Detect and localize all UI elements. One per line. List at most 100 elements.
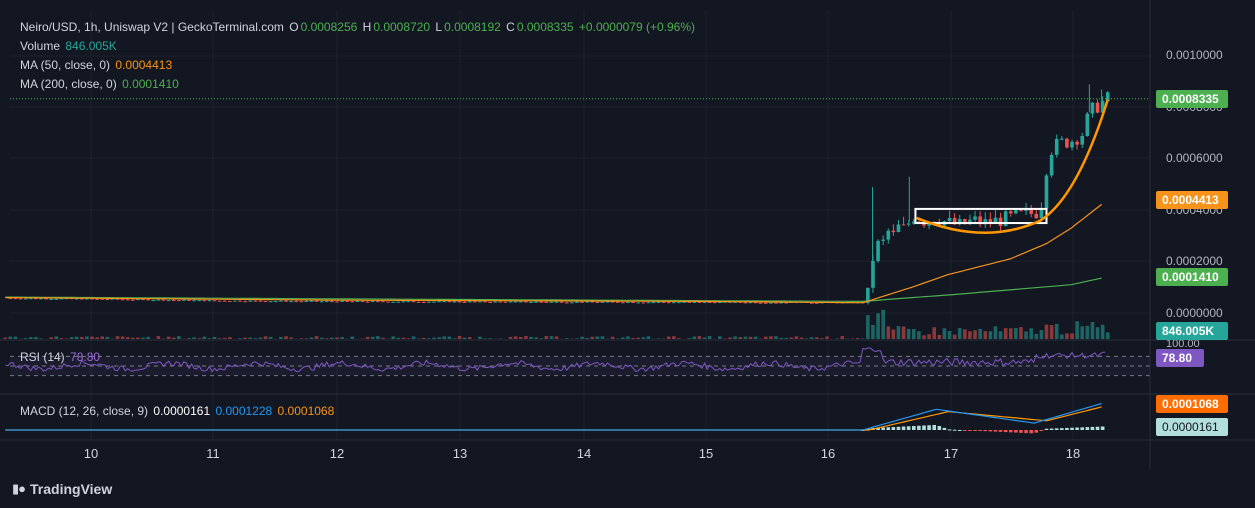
candle-body-113 (585, 301, 589, 303)
candle-body-50 (263, 301, 268, 303)
volume-bar-106 (544, 336, 549, 339)
candle-body-125 (646, 302, 651, 304)
candle-body-126 (651, 302, 656, 304)
macd-hist-bar-33 (1029, 430, 1033, 434)
candle-body-85 (442, 301, 447, 303)
candle-body-148 (763, 302, 768, 304)
candle-body-8 (49, 298, 53, 300)
candle-body-68 (355, 301, 360, 303)
volume-bar-51 (263, 336, 268, 339)
candle-body-28 (151, 300, 156, 302)
volume-bar-14 (74, 336, 79, 339)
volume-bar-187 (957, 328, 962, 339)
rsi-label: RSI (14) (20, 350, 65, 364)
candle-body-213 (1095, 102, 1100, 113)
volume-bar-189 (968, 331, 972, 339)
candle-body-203 (1044, 175, 1049, 209)
chart-canvas[interactable] (0, 0, 1255, 508)
macd-legend[interactable]: MACD (12, 26, close, 9) 0.0000161 0.0001… (20, 404, 336, 418)
candle-body-34 (182, 299, 186, 301)
candle-body-101 (524, 301, 528, 303)
candle-body-57 (299, 301, 304, 303)
ma50-legend[interactable]: MA (50, close, 0) 0.0004413 (20, 58, 174, 72)
volume-bar-73 (376, 336, 380, 339)
volume-bar-60 (309, 337, 314, 339)
rsi-legend[interactable]: RSI (14) 78.80 (20, 350, 102, 364)
volume-bar-42 (217, 338, 222, 339)
volume-bar-93 (478, 336, 482, 339)
volume-legend[interactable]: Volume 846.005K (20, 39, 119, 53)
volume-bar-44 (228, 337, 232, 339)
macd-hist-bar-28 (1003, 430, 1008, 433)
macd-hist-bar-41 (1070, 427, 1074, 430)
volume-bar-65 (335, 337, 339, 339)
volume-value: 846.005K (65, 39, 117, 53)
volume-bar-140 (718, 336, 722, 339)
time-tick-12: 12 (329, 446, 345, 461)
volume-bar-130 (666, 336, 671, 339)
ma200-legend[interactable]: MA (200, close, 0) 0.0001410 (20, 77, 181, 91)
candle-body-112 (580, 301, 584, 303)
volume-bar-100 (513, 336, 518, 339)
volume-bar-203 (1039, 330, 1044, 339)
volume-bar-150 (769, 336, 773, 339)
volume-bar-95 (488, 338, 492, 339)
volume-bar-46 (238, 338, 242, 339)
volume-bar-160 (820, 338, 824, 339)
tradingview-footer[interactable]: ▮● TradingView (12, 481, 112, 497)
volume-bar-206 (1054, 323, 1059, 339)
macd-hist-bar-24 (983, 430, 988, 432)
candle-body-36 (192, 300, 196, 302)
volume-bar-79 (406, 338, 411, 339)
volume-bar-104 (534, 337, 538, 339)
volume-bar-86 (442, 336, 447, 339)
volume-bar-48 (248, 337, 253, 339)
volume-bar-134 (687, 338, 692, 339)
candle-body-35 (187, 299, 191, 301)
open-label: O (289, 20, 299, 34)
macd-hist-bar-21 (968, 430, 972, 431)
volume-bar-174 (891, 329, 896, 339)
volume-bar-201 (1029, 328, 1033, 339)
macd-hist-bar-6 (891, 427, 896, 430)
candle-body-134 (692, 301, 697, 303)
rsi-value: 78.80 (70, 350, 101, 364)
macd-hist-bar-7 (896, 426, 901, 430)
volume-bar-94 (483, 338, 487, 339)
volume-bar-185 (947, 331, 952, 339)
volume-bar-1 (8, 336, 13, 339)
volume-bar-199 (1019, 327, 1023, 339)
candle-body-75 (391, 301, 395, 303)
volume-bar-105 (539, 338, 543, 339)
candle-body-108 (559, 301, 564, 303)
candle-body-23 (125, 299, 130, 301)
candle-body-196 (1008, 211, 1013, 214)
volume-bar-6 (34, 336, 38, 339)
volume-bar-136 (697, 336, 702, 339)
candle-body-210 (1080, 135, 1085, 145)
volume-bar-209 (1070, 333, 1074, 339)
candle-body-81 (421, 301, 426, 303)
macd-hist-value: 0.0000161 (153, 404, 211, 418)
volume-bar-71 (365, 336, 370, 339)
volume-bar-181 (927, 334, 931, 339)
candle-body-54 (284, 300, 288, 302)
high-value: 0.0008720 (373, 20, 431, 34)
volume-bar-59 (304, 338, 309, 339)
volume-bar-33 (171, 337, 176, 339)
volume-bar-176 (901, 326, 906, 339)
volume-bar-138 (707, 336, 712, 339)
candle-body-201 (1034, 213, 1039, 219)
volume-bar-191 (978, 328, 982, 339)
volume-bar-52 (268, 336, 273, 339)
candle-body-37 (197, 300, 202, 302)
macd-hist-bar-25 (988, 430, 993, 432)
candle-body-40 (212, 300, 217, 302)
volume-bar-32 (166, 336, 171, 339)
candle-body-70 (365, 301, 370, 303)
volume-bar-55 (284, 336, 288, 339)
candle-body-24 (131, 299, 135, 301)
volume-bar-25 (131, 337, 135, 339)
candle-body-30 (161, 299, 166, 301)
macd-hist-bar-4 (881, 427, 885, 430)
